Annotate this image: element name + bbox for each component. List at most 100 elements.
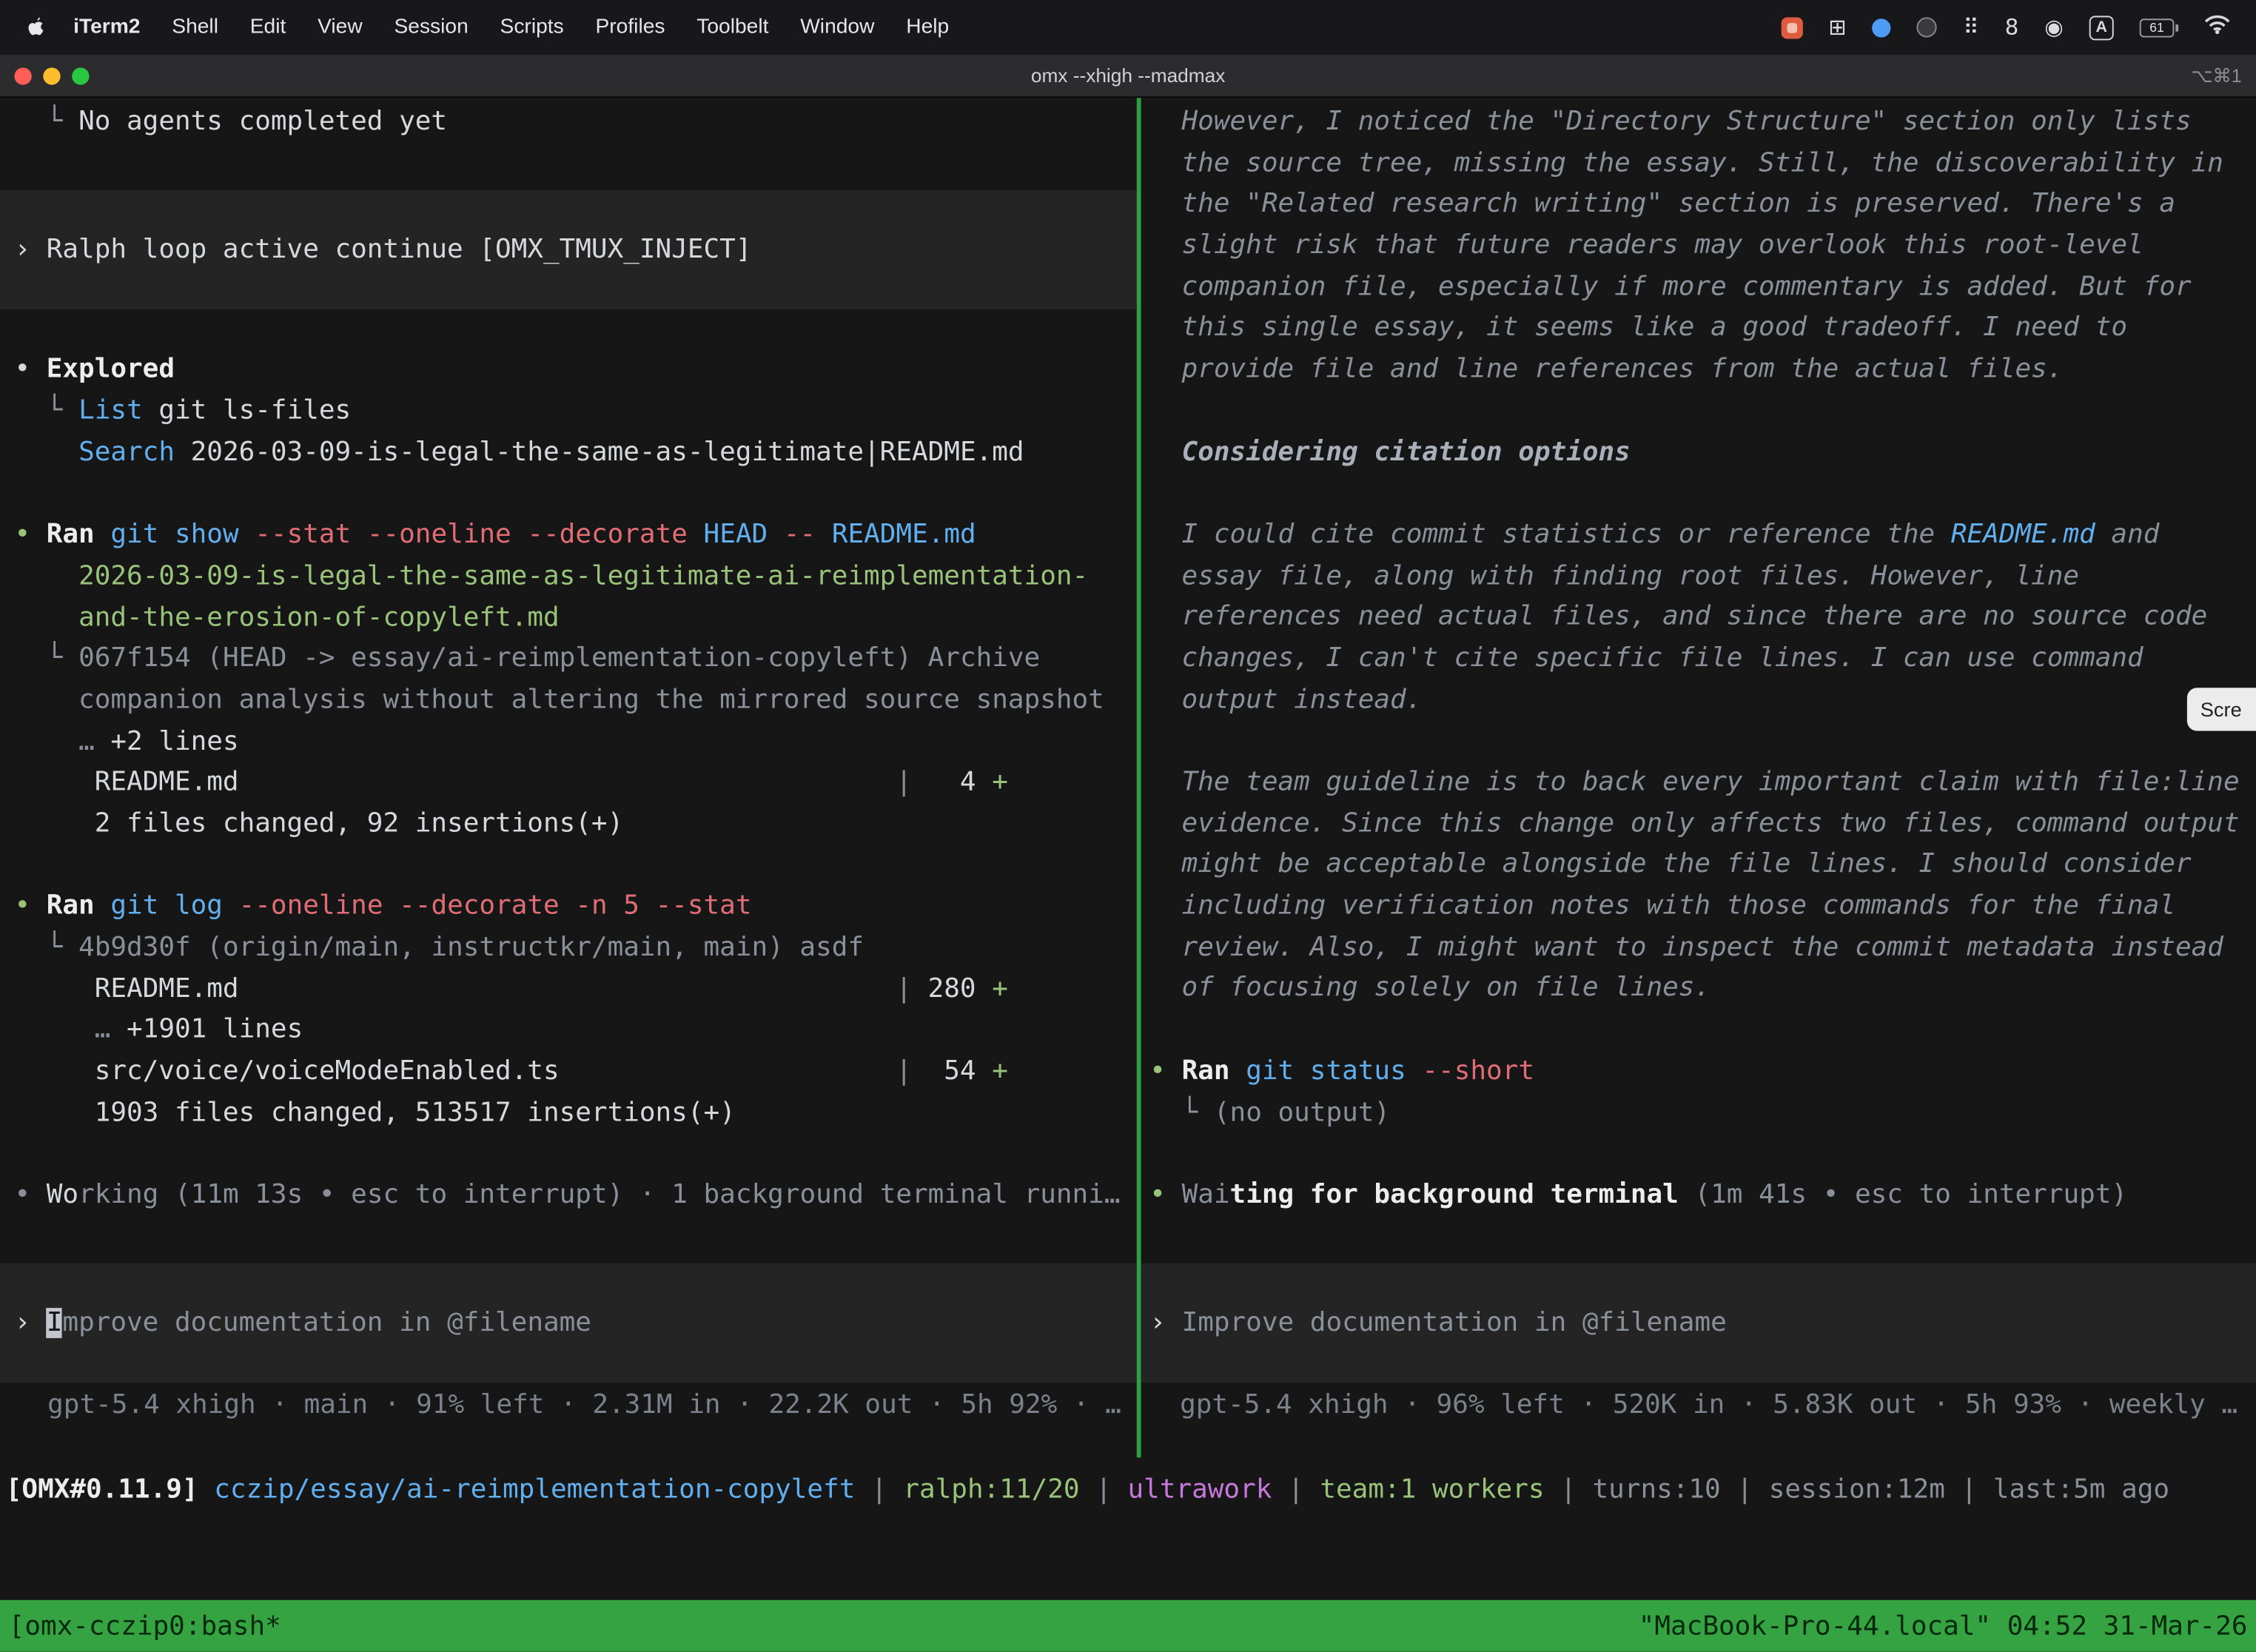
text-segment: turns:10 [1592, 1475, 1720, 1505]
text-segment: evidence. Since this change only affects… [1149, 808, 2239, 839]
text-segment: might be acceptable alongside the file l… [1149, 850, 2191, 880]
terminal-line: of focusing solely on file lines. [1141, 969, 2256, 1010]
text-segment: • [1149, 1180, 1181, 1210]
text-segment: | [1545, 1475, 1593, 1505]
text-segment [1149, 437, 1181, 467]
grid-icon[interactable]: ⊞ [1828, 16, 1846, 38]
text-segment: HEAD [704, 520, 784, 550]
text-segment: ultrawork [1128, 1475, 1272, 1505]
traffic-lights [14, 67, 89, 84]
terminal-line: └ 067f154 (HEAD -> essay/ai-reimplementa… [0, 639, 1137, 681]
menu-item-shell[interactable]: Shell [156, 16, 234, 38]
wifi-icon[interactable] [2204, 14, 2230, 40]
dark-app-icon[interactable] [1917, 17, 1937, 37]
terminal-line: └ No agents completed yet [0, 102, 1137, 144]
menu-item-window[interactable]: Window [785, 16, 890, 38]
terminal-line: changes, I can't cite specific file line… [1141, 639, 2256, 680]
menu-item-toolbelt[interactable]: Toolbelt [681, 16, 785, 38]
battery-cap [2175, 24, 2178, 31]
text-segment: and-the-erosion-of-copyleft.md [78, 602, 560, 633]
terminal-line [1141, 1010, 2256, 1052]
minimize-button[interactable] [43, 67, 60, 84]
menu-item-view[interactable]: View [302, 16, 378, 38]
window-title: omx --xhigh --madmax [0, 64, 2256, 86]
menu-item-profiles[interactable]: Profiles [580, 16, 681, 38]
inject-banner: › Ralph loop active continue [OMX_TMUX_I… [0, 189, 1137, 309]
screenshot-toast[interactable]: Scre [2187, 688, 2256, 731]
iterm2-window: iTerm2 ShellEditViewSessionScriptsProfil… [0, 0, 2256, 1652]
text-segment: … [95, 1015, 127, 1045]
text-segment: and [2095, 520, 2160, 550]
text-segment: (no output) [1214, 1097, 1390, 1127]
text-segment [14, 437, 78, 467]
text-segment: README.md [14, 768, 896, 798]
text-segment [14, 1015, 94, 1045]
terminal-line: evidence. Since this change only affects… [1141, 804, 2256, 845]
app-menu-iterm2[interactable]: iTerm2 [58, 16, 156, 38]
window-title-bar[interactable]: omx --xhigh --madmax ⌥⌘1 [0, 55, 2256, 98]
text-segment: changes, I can't cite specific file line… [1149, 643, 2143, 674]
text-segment: Considering citation options [1182, 437, 1631, 467]
model-status-left: gpt-5.4 xhigh · main · 91% left · 2.31M … [0, 1386, 1137, 1427]
menu-item-edit[interactable]: Edit [234, 16, 301, 38]
terminal-line [1141, 391, 2256, 432]
terminal-line: companion analysis without altering the … [0, 680, 1137, 722]
text-segment: 2026-03-09-is-legal-the-same-as-legitima… [78, 561, 1088, 591]
terminal-line: However, I noticed the "Directory Struct… [1141, 102, 2256, 144]
text-segment: README.md [1951, 520, 2095, 550]
text-segment [14, 602, 78, 633]
menu-items: ShellEditViewSessionScriptsProfilesToolb… [156, 16, 965, 38]
text-segment: 4b9d30f (origin/main, instructkr/main, m… [78, 933, 864, 963]
text-segment: • [14, 520, 46, 550]
terminal-line: 1903 files changed, 513517 insertions(+) [0, 1093, 1137, 1135]
text-segment: +1901 lines [127, 1015, 303, 1045]
text-segment: Wo [47, 1180, 78, 1210]
text-segment: git status [1246, 1056, 1422, 1087]
input-prompt-icon: › [14, 1308, 46, 1338]
menu-item-help[interactable]: Help [890, 16, 965, 38]
text-segment: cczip/essay/ai-reimplementation-copyleft [214, 1475, 855, 1505]
zoom-button[interactable] [72, 67, 89, 84]
right-terminal-lines: However, I noticed the "Directory Struct… [1141, 98, 2256, 1217]
text-segment: Ran [47, 520, 111, 550]
terminal-line: the source tree, missing the essay. Stil… [1141, 144, 2256, 185]
text-segment: git ls-files [143, 396, 351, 426]
text-segment: • [14, 891, 46, 921]
input-source-icon[interactable]: A [2089, 15, 2114, 39]
text-segment: | [1721, 1475, 1769, 1505]
text-segment: companion file, especially if more comme… [1149, 272, 2191, 302]
terminal-line: the "Related research writing" section i… [1141, 185, 2256, 226]
terminal-line: including verification notes with those … [1141, 887, 2256, 928]
menu-item-session[interactable]: Session [378, 16, 484, 38]
digit-8-icon[interactable]: 8 [2005, 16, 2019, 38]
terminal-line: … +2 lines [0, 722, 1137, 763]
text-segment: … [78, 726, 110, 756]
tmux-session-label: [omx-cczip0:bash* [9, 1611, 281, 1641]
text-segment: 280 [912, 973, 992, 1004]
text-segment: including verification notes with those … [1149, 890, 2175, 921]
screen-recording-icon[interactable] [1781, 16, 1802, 38]
terminal-line: src/voice/voiceModeEnabled.ts | 54 + [0, 1052, 1137, 1093]
prompt-input-right[interactable]: › Improve documentation in @filename [1141, 1263, 2256, 1382]
text-segment: Search [78, 437, 175, 467]
blue-app-icon[interactable] [1873, 18, 1891, 36]
battery-icon[interactable]: 61 [2140, 18, 2178, 36]
text-segment: essay file, along with finding root file… [1149, 560, 2079, 591]
terminal-line: and-the-erosion-of-copyleft.md [0, 598, 1137, 639]
terminal-line: • Ran git show --stat --oneline --decora… [0, 515, 1137, 557]
text-segment: ralph:11/20 [903, 1475, 1079, 1505]
target-icon[interactable]: ◉ [2044, 16, 2063, 38]
dots-grid-icon[interactable]: ⠿ [1963, 16, 1978, 38]
close-button[interactable] [14, 67, 31, 84]
text-segment: └ [14, 933, 78, 963]
terminal-line: └ (no output) [1141, 1092, 2256, 1134]
prompt-input-left[interactable]: › Improve documentation in @filename [0, 1263, 1137, 1382]
terminal-line: • Working (11m 13s • esc to interrupt) ·… [0, 1175, 1137, 1217]
text-segment: --short [1422, 1056, 1534, 1087]
text-segment: [OMX#0.11.9] [6, 1475, 214, 1505]
menu-item-scripts[interactable]: Scripts [484, 16, 580, 38]
text-segment: | [1272, 1475, 1320, 1505]
apple-menu-icon[interactable] [12, 15, 58, 39]
text-segment: └ [14, 643, 78, 674]
text-segment: • [14, 355, 46, 385]
